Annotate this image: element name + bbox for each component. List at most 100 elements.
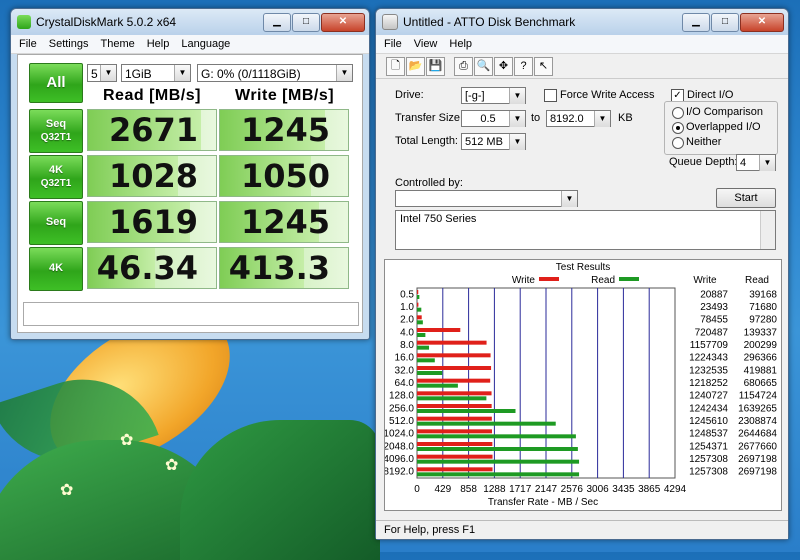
- menu-help[interactable]: Help: [141, 38, 176, 50]
- transfer-to-select[interactable]: 8192.0 ▼: [546, 110, 611, 127]
- direct-io-label: Direct I/O: [687, 89, 734, 101]
- category-label: 2048.0: [385, 441, 414, 452]
- results-title: Test Results: [556, 262, 610, 273]
- menu-file[interactable]: File: [13, 38, 43, 50]
- window-title: Untitled - ATTO Disk Benchmark: [403, 15, 576, 29]
- read-header: Read [MB/s]: [103, 87, 201, 104]
- minimize-button[interactable]: ▁: [682, 12, 710, 32]
- test-button-line1: 4K: [48, 262, 64, 274]
- transfer-to-label: to: [531, 112, 541, 124]
- x-tick-label: 3435: [612, 484, 635, 495]
- transfer-size-label: Transfer Size:: [395, 112, 464, 124]
- menu-settings[interactable]: Settings: [43, 38, 95, 50]
- write-result-value: 413.3: [228, 249, 330, 287]
- force-write-checkbox[interactable]: [544, 89, 557, 102]
- write-bar: [417, 328, 461, 332]
- minimize-button[interactable]: ▁: [263, 12, 291, 32]
- total-length-select[interactable]: 512 MB ▼: [461, 133, 526, 150]
- category-label: 128.0: [389, 391, 414, 402]
- neither-radio[interactable]: [672, 137, 684, 149]
- write-bar: [417, 467, 493, 472]
- window-title: CrystalDiskMark 5.0.2 x64: [36, 15, 177, 29]
- test-button-line2: Q32T1: [40, 178, 72, 189]
- start-button[interactable]: Start: [716, 188, 776, 208]
- drive-select[interactable]: [-g-] ▼: [461, 87, 526, 104]
- close-button[interactable]: ✕: [321, 12, 365, 32]
- read-result-box: 2671: [87, 109, 217, 151]
- queue-depth-select[interactable]: 4 ▼: [736, 154, 776, 171]
- read-bar: [417, 421, 556, 426]
- context-help-icon[interactable]: ↖: [534, 56, 553, 76]
- read-bar: [417, 434, 576, 439]
- test-count-select[interactable]: 5 ▼: [87, 64, 117, 82]
- read-bar: [417, 371, 443, 375]
- read-bar: [417, 409, 516, 413]
- category-label: 16.0: [395, 353, 415, 364]
- atto-menubar: File View Help: [376, 35, 788, 54]
- print-icon[interactable]: ⎙: [454, 56, 473, 76]
- neither-label: Neither: [686, 136, 722, 148]
- all-button[interactable]: All: [29, 63, 83, 103]
- write-value-label: 23493: [700, 302, 728, 313]
- x-tick-label: 2147: [535, 484, 558, 495]
- category-label: 32.0: [395, 365, 415, 376]
- x-tick-label: 2576: [561, 484, 584, 495]
- io-comparison-radio[interactable]: [672, 107, 684, 119]
- save-icon[interactable]: 💾: [426, 56, 445, 76]
- menu-help[interactable]: Help: [443, 38, 478, 50]
- read-column-header: Read: [745, 275, 769, 286]
- atto-window: Untitled - ATTO Disk Benchmark ▁ □ ✕ Fil…: [375, 8, 789, 540]
- overlapped-io-radio[interactable]: [672, 122, 684, 134]
- test-button-seq-q32t1[interactable]: Seq Q32T1: [29, 109, 83, 153]
- new-icon[interactable]: 🗋: [386, 56, 405, 76]
- wallpaper-sparkle: ✿: [165, 457, 179, 474]
- read-value-label: 2697198: [738, 454, 777, 465]
- drive-value: G: 0% (0/1118GiB): [201, 67, 301, 81]
- category-label: 8192.0: [385, 467, 414, 478]
- controlled-by-label: Controlled by:: [395, 177, 463, 189]
- close-button[interactable]: ✕: [740, 12, 784, 32]
- write-value-label: 1257308: [689, 467, 728, 478]
- test-button-4k-q32t1[interactable]: 4K Q32T1: [29, 155, 83, 199]
- menu-theme[interactable]: Theme: [94, 38, 140, 50]
- test-button-seq[interactable]: Seq: [29, 201, 83, 245]
- test-size-select[interactable]: 1GiB ▼: [121, 64, 191, 82]
- help-icon[interactable]: ?: [514, 56, 533, 76]
- menu-view[interactable]: View: [408, 38, 444, 50]
- description-text: Intel 750 Series: [400, 213, 477, 225]
- write-bar: [417, 442, 493, 446]
- read-bar: [417, 358, 435, 363]
- force-write-label: Force Write Access: [560, 89, 655, 101]
- open-icon[interactable]: 📂: [406, 56, 425, 76]
- atto-titlebar: Untitled - ATTO Disk Benchmark ▁ □ ✕: [376, 9, 788, 35]
- drive-select[interactable]: G: 0% (0/1118GiB) ▼: [197, 64, 353, 82]
- test-button-line2: Q32T1: [40, 132, 72, 143]
- move-icon[interactable]: ✥: [494, 56, 513, 76]
- test-button-line1: Seq: [45, 216, 67, 228]
- total-length-label: Total Length:: [395, 135, 458, 147]
- description-scrollbar[interactable]: [760, 211, 775, 249]
- menu-file[interactable]: File: [378, 38, 408, 50]
- maximize-button[interactable]: □: [711, 12, 739, 32]
- category-label: 512.0: [389, 416, 414, 427]
- write-result-box: 1245: [219, 109, 349, 151]
- write-value-label: 20887: [700, 289, 728, 300]
- chevron-down-icon: ▼: [509, 88, 525, 104]
- read-value-label: 2697198: [738, 467, 777, 478]
- read-value-label: 2644684: [738, 429, 777, 440]
- description-field[interactable]: Intel 750 Series: [395, 210, 776, 250]
- maximize-button[interactable]: □: [292, 12, 320, 32]
- category-label: 64.0: [395, 378, 415, 389]
- test-button-4k[interactable]: 4K: [29, 247, 83, 291]
- write-bar: [417, 290, 419, 294]
- write-bar: [417, 391, 492, 396]
- menu-language[interactable]: Language: [175, 38, 236, 50]
- wallpaper-hill: [180, 420, 380, 560]
- category-label: 1.0: [400, 302, 414, 313]
- print-preview-icon[interactable]: 🔍: [474, 56, 493, 76]
- cdm-app-icon: [17, 15, 31, 29]
- transfer-from-select[interactable]: 0.5 ▼: [461, 110, 526, 127]
- comment-field[interactable]: [23, 302, 359, 326]
- controlled-by-select[interactable]: ▼: [395, 190, 578, 207]
- results-chart: Test Results Write Read Write Read 0.5 20…: [383, 262, 777, 508]
